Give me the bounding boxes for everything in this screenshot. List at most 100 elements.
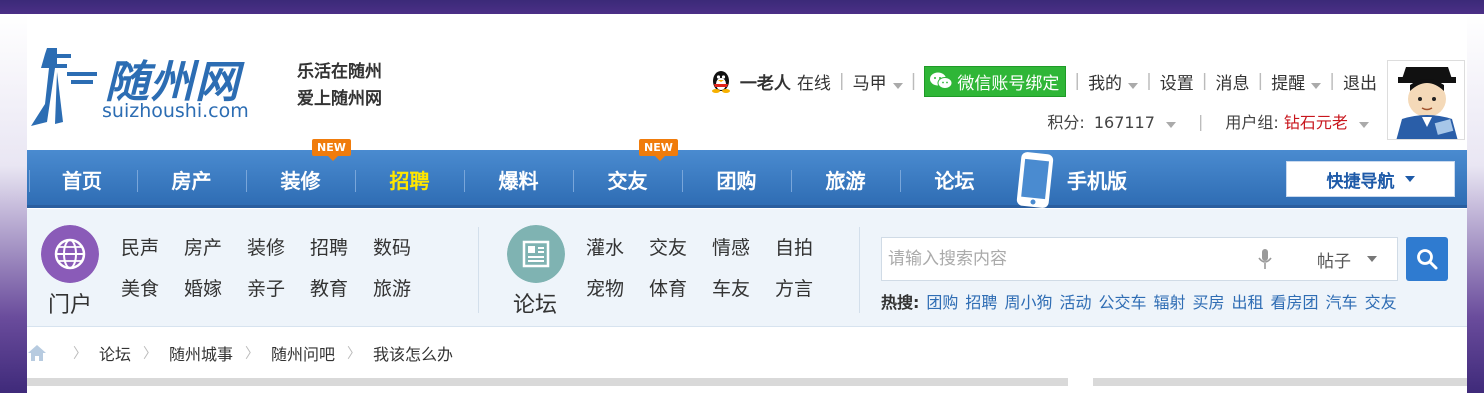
hot-search-link[interactable]: 团购 — [926, 289, 958, 313]
nav-item-home[interactable]: 首页 — [27, 150, 137, 208]
caret-down-icon — [1367, 256, 1377, 262]
nav-item-groupbuy[interactable]: 团购 — [682, 150, 791, 208]
slogan-line-1: 乐活在随州 — [297, 62, 382, 82]
nav-item-mobile[interactable]: 手机版 — [1057, 150, 1137, 208]
user-toolbar: 一老人 在线 | 马甲 | 微信账号绑定 | 我的 | 设置 | 消息 | 提醒… — [710, 65, 1377, 97]
sub-nav-panel: 门户 民声 房产 装修 招聘 数码 美食 婚嫁 亲子 教育 旅游 论坛 灌水 交… — [27, 209, 1467, 327]
breadcrumb-chevron-icon: 〉 — [143, 346, 158, 362]
content-bar-left — [27, 378, 1068, 386]
usergroup-menu[interactable]: 用户组: 钻石元老 — [1225, 109, 1369, 133]
breadcrumb-item[interactable]: 随州城事 — [169, 341, 233, 365]
breadcrumb-chevron-icon: 〉 — [245, 346, 260, 362]
hot-search-link[interactable]: 交友 — [1365, 289, 1397, 313]
reminders-menu[interactable]: 提醒 — [1271, 69, 1322, 94]
avatar[interactable] — [1387, 60, 1465, 140]
nav-item-dating[interactable]: NEW 交友 — [573, 139, 682, 208]
breadcrumb: 〉 论坛 〉 随州城事 〉 随州问吧 〉 我该怎么办 — [27, 340, 453, 366]
portal-link[interactable]: 招聘 — [310, 233, 348, 260]
forum-link[interactable]: 车友 — [712, 274, 750, 301]
globe-icon[interactable] — [41, 225, 99, 283]
wechat-icon — [930, 72, 953, 89]
wechat-bind-button[interactable]: 微信账号绑定 — [924, 65, 1067, 97]
search-type-select[interactable]: 帖子 — [1303, 237, 1398, 281]
alt-account-label: 马甲 — [852, 73, 887, 94]
portal-link[interactable]: 婚嫁 — [184, 274, 222, 301]
site-logo[interactable]: 随州网 suizhoushi.com — [27, 44, 267, 134]
alt-account-menu[interactable]: 马甲 — [853, 69, 903, 94]
logo-tower-icon — [31, 48, 97, 126]
credits-menu[interactable]: 积分: 167117 — [1047, 109, 1176, 133]
hot-search-link[interactable]: 汽车 — [1326, 289, 1358, 313]
page-side-band-right — [1467, 14, 1484, 393]
logo-domain: suizhoushi.com — [102, 100, 249, 122]
content-bar-right — [1093, 378, 1467, 386]
nav-label: 首页 — [62, 169, 102, 193]
forum-link[interactable]: 体育 — [649, 274, 687, 301]
portal-link[interactable]: 房产 — [184, 233, 222, 260]
search-box — [881, 237, 1304, 281]
hot-search-link[interactable]: 招聘 — [965, 289, 997, 313]
chevron-down-icon — [1128, 82, 1139, 89]
separator: | — [1201, 71, 1208, 91]
breadcrumb-item[interactable]: 随州问吧 — [271, 341, 335, 365]
usergroup-label: 用户组: — [1225, 113, 1279, 132]
portal-label[interactable]: 门户 — [48, 287, 92, 319]
forum-link[interactable]: 宠物 — [586, 274, 624, 301]
portal-link[interactable]: 亲子 — [247, 274, 285, 301]
nav-item-scoops[interactable]: 爆料 — [464, 150, 573, 208]
logout-link[interactable]: 退出 — [1343, 69, 1377, 94]
forum-link[interactable]: 方言 — [775, 274, 813, 301]
portal-link[interactable]: 装修 — [247, 233, 285, 260]
search-type-label: 帖子 — [1317, 251, 1351, 272]
forum-label[interactable]: 论坛 — [513, 287, 557, 319]
reminders-label: 提醒 — [1271, 73, 1306, 94]
site-slogan: 乐活在随州 爱上随州网 — [297, 59, 382, 113]
hot-search-link[interactable]: 活动 — [1059, 289, 1091, 313]
username-link[interactable]: 一老人 — [740, 69, 791, 94]
nav-item-travel[interactable]: 旅游 — [791, 150, 900, 208]
portal-link[interactable]: 民声 — [121, 233, 159, 260]
hot-search-link[interactable]: 周小狗 — [1004, 289, 1052, 313]
hot-search-link[interactable]: 看房团 — [1271, 289, 1319, 313]
nav-item-realestate[interactable]: 房产 — [137, 150, 246, 208]
search-button[interactable] — [1406, 237, 1448, 281]
forum-newspaper-icon[interactable] — [507, 225, 565, 283]
page-wrapper: 随州网 suizhoushi.com 乐活在随州 爱上随州网 一老人 在线 | … — [27, 14, 1467, 393]
settings-link[interactable]: 设置 — [1160, 69, 1194, 94]
chevron-down-icon — [1311, 82, 1322, 89]
forum-link[interactable]: 自拍 — [775, 233, 813, 260]
mine-menu[interactable]: 我的 — [1088, 69, 1139, 94]
nav-label: 爆料 — [498, 169, 539, 193]
microphone-icon[interactable] — [1258, 248, 1272, 270]
search-input[interactable] — [882, 238, 1252, 280]
usergroup-value: 钻石元老 — [1283, 113, 1348, 132]
home-icon[interactable] — [27, 344, 47, 362]
caret-down-icon — [1404, 176, 1415, 182]
nav-item-jobs[interactable]: 招聘 — [355, 150, 464, 208]
panel-divider — [478, 227, 479, 313]
nav-item-decoration[interactable]: NEW 装修 — [246, 139, 355, 208]
wechat-bind-label: 微信账号绑定 — [957, 73, 1060, 94]
portal-link[interactable]: 数码 — [373, 233, 411, 260]
messages-link[interactable]: 消息 — [1216, 69, 1250, 94]
breadcrumb-chevron-icon: 〉 — [73, 346, 87, 362]
hot-search-link[interactable]: 买房 — [1193, 289, 1225, 313]
hot-search-link[interactable]: 出租 — [1232, 289, 1264, 313]
forum-link[interactable]: 灌水 — [586, 233, 624, 260]
portal-link[interactable]: 教育 — [310, 274, 348, 301]
nav-item-forum[interactable]: 论坛 — [900, 150, 1009, 208]
breadcrumb-current: 我该怎么办 — [373, 345, 454, 364]
forum-link[interactable]: 情感 — [712, 233, 750, 260]
portal-link[interactable]: 旅游 — [373, 274, 411, 301]
avatar-image — [1388, 61, 1464, 139]
user-stats: 积分: 167117 | 用户组: 钻石元老 — [1047, 109, 1369, 133]
credits-value: 167117 — [1093, 113, 1155, 132]
hot-search-link[interactable]: 公交车 — [1098, 289, 1146, 313]
forum-link[interactable]: 交友 — [649, 233, 687, 260]
breadcrumb-chevron-icon: 〉 — [347, 346, 362, 362]
new-badge: NEW — [639, 139, 678, 161]
breadcrumb-item[interactable]: 论坛 — [99, 341, 131, 365]
quick-nav-button[interactable]: 快捷导航 — [1286, 161, 1455, 197]
portal-link[interactable]: 美食 — [121, 274, 159, 301]
hot-search-link[interactable]: 辐射 — [1153, 289, 1185, 313]
